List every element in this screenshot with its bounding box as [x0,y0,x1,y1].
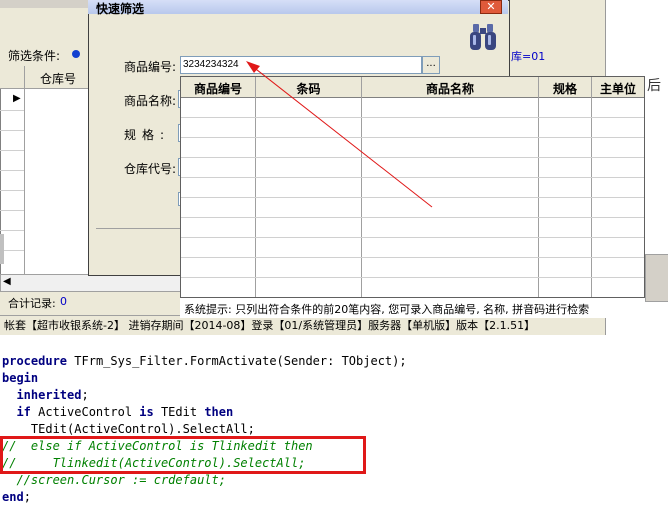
code-editor: procedure TFrm_Sys_Filter.FormActivate(S… [0,340,668,507]
code-line-3: inherited; [16,388,89,402]
code-line-2: begin [2,371,39,385]
highlight-box [0,436,366,474]
code-line-4: if ActiveControl is TEdit then [16,405,234,419]
code-line-8: //screen.Cursor := crdefault; [2,473,226,487]
code-text: TFrm_Sys_Filter.FormActivate(Sender: TOb… [74,354,407,368]
code-line-9: end; [2,490,31,504]
code-line-1: procedure TFrm_Sys_Filter.FormActivate(S… [2,354,407,368]
